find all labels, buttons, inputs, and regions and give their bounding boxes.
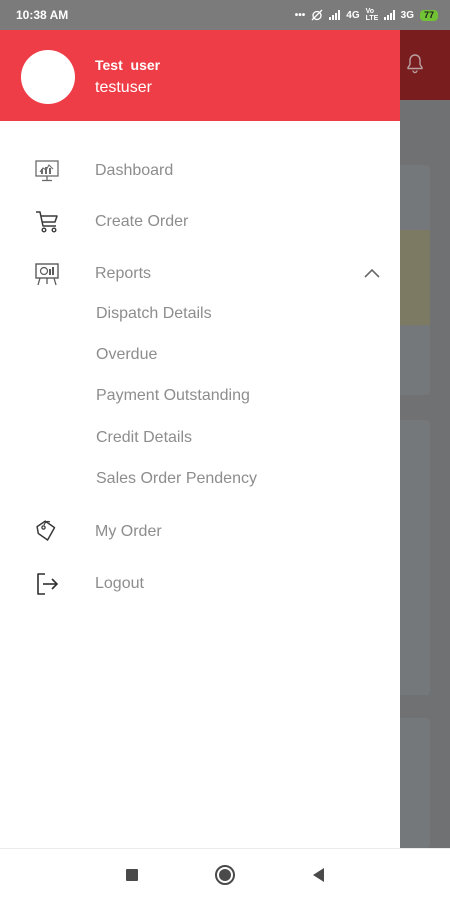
system-navigation-bar	[0, 848, 450, 900]
status-icons: ••• 4G Vo LTE 3G 77	[295, 8, 438, 22]
status-time: 10:38 AM	[16, 8, 69, 22]
menu-item-logout[interactable]: Logout	[0, 562, 400, 606]
network-3g-label: 3G	[400, 9, 414, 21]
home-button[interactable]	[213, 863, 237, 887]
square-icon	[126, 869, 138, 881]
back-button[interactable]	[306, 863, 330, 887]
menu-label-my-order: My Order	[95, 523, 162, 540]
cart-icon	[34, 209, 60, 235]
signal-strength-icon	[329, 10, 341, 20]
bell-icon[interactable]	[403, 52, 427, 76]
dashboard-monitor-icon	[34, 158, 60, 184]
menu-label-logout: Logout	[95, 575, 144, 592]
more-notifications-icon: •••	[294, 9, 306, 21]
menu-label-reports: Reports	[95, 265, 152, 282]
menu-item-my-order[interactable]: My Order	[0, 510, 400, 554]
submenu-item-dispatch-details[interactable]: Dispatch Details	[96, 305, 212, 323]
menu-item-create-order[interactable]: Create Order	[0, 200, 400, 244]
menu-label-dashboard: Dashboard	[95, 162, 174, 179]
menu-label-create-order: Create Order	[95, 213, 189, 230]
presentation-board-icon	[34, 261, 60, 287]
recents-button[interactable]	[120, 863, 144, 887]
submenu-item-sales-order-pendency[interactable]: Sales Order Pendency	[96, 470, 257, 488]
status-bar: 10:38 AM ••• 4G Vo LTE 3G 77	[0, 0, 450, 30]
network-volte-label: Vo LTE	[365, 8, 379, 22]
submenu-item-overdue[interactable]: Overdue	[96, 346, 157, 364]
tag-icon	[34, 519, 60, 545]
avatar[interactable]	[21, 50, 75, 104]
user-name: Test user	[95, 57, 161, 73]
menu-item-reports[interactable]: Reports	[0, 252, 400, 296]
background-card	[400, 718, 430, 848]
background-card-highlight	[400, 230, 430, 325]
alarm-off-icon	[311, 9, 323, 21]
submenu-item-credit-details[interactable]: Credit Details	[96, 429, 192, 447]
logout-icon	[34, 571, 60, 597]
battery-indicator: 77	[419, 9, 438, 21]
menu-item-dashboard[interactable]: Dashboard	[0, 149, 400, 193]
navigation-drawer: Test user testuser Dashboard Create Orde…	[0, 30, 400, 848]
circle-icon	[215, 865, 235, 885]
background-card	[400, 420, 430, 695]
drawer-header: Test user testuser	[0, 30, 400, 121]
user-id: testuser	[95, 79, 152, 96]
submenu-item-payment-outstanding[interactable]: Payment Outstanding	[96, 387, 250, 405]
network-4g-label: 4G	[346, 9, 360, 21]
triangle-back-icon	[313, 868, 324, 882]
signal-strength-icon	[383, 10, 395, 20]
chevron-up-icon[interactable]	[362, 264, 382, 284]
